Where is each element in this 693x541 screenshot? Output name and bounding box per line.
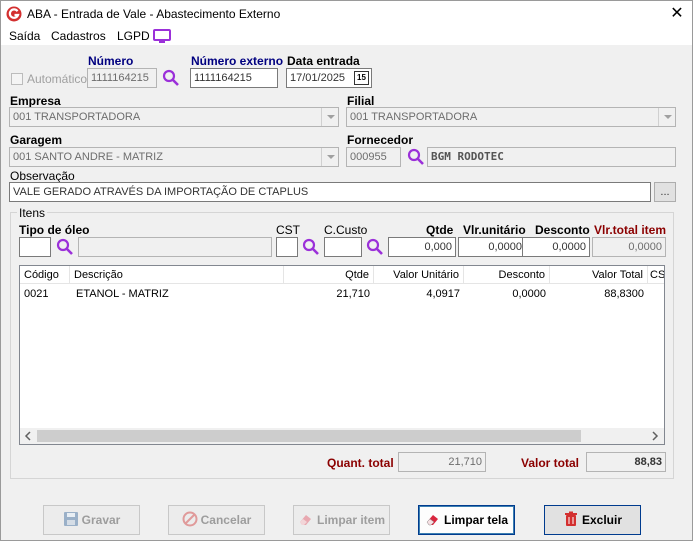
save-icon: [63, 512, 78, 526]
garagem-value: 001 SANTO ANDRE - MATRIZ: [13, 151, 163, 163]
chevron-down-icon[interactable]: [658, 108, 675, 126]
vlr-unitario-label: Vlr.unitário: [463, 223, 526, 237]
desconto-label: Desconto: [535, 223, 590, 237]
fornecedor-label: Fornecedor: [347, 133, 414, 147]
quant-total-field: 21,710: [398, 452, 486, 472]
eraser-icon: [299, 515, 311, 525]
numero-label: Número: [88, 54, 134, 68]
close-icon[interactable]: ✕: [666, 4, 688, 24]
observacao-label: Observação: [10, 169, 75, 183]
numero-field[interactable]: 1111164215: [87, 68, 157, 88]
valor-total-label: Valor total: [521, 456, 580, 470]
search-icon[interactable]: [366, 238, 384, 256]
calendar-icon[interactable]: 15: [354, 71, 369, 85]
cancelar-label: Cancelar: [200, 513, 252, 527]
empresa-value: 001 TRANSPORTADORA: [13, 111, 141, 123]
qtde-label: Qtde: [426, 223, 454, 237]
column-header-desconto[interactable]: Desconto: [464, 266, 550, 284]
observacao-button[interactable]: ...: [654, 182, 676, 202]
quant-total-label: Quant. total: [327, 456, 394, 470]
data-entrada-label: Data entrada: [287, 54, 360, 68]
eraser-icon: [426, 515, 438, 526]
fornecedor-code-field[interactable]: 000955: [346, 147, 401, 167]
scroll-left-icon[interactable]: [24, 431, 32, 441]
search-icon[interactable]: [302, 238, 320, 256]
numero-externo-field[interactable]: 1111164215: [190, 68, 278, 88]
numero-externo-label: Número externo: [191, 54, 284, 68]
column-header-codigo[interactable]: Código: [20, 266, 70, 284]
excluir-label: Excluir: [581, 513, 623, 527]
cell-valor-unitario: 4,0917: [426, 288, 460, 300]
scrollbar-thumb[interactable]: [37, 430, 581, 442]
chevron-down-icon[interactable]: [321, 148, 338, 166]
empresa-select[interactable]: 001 TRANSPORTADORA: [9, 107, 339, 127]
ccusto-field[interactable]: [324, 237, 362, 257]
column-header-descricao[interactable]: Descrição: [70, 266, 284, 284]
column-header-valor-total[interactable]: Valor Total: [550, 266, 648, 284]
tipo-oleo-code-field[interactable]: [19, 237, 51, 257]
garagem-select[interactable]: 001 SANTO ANDRE - MATRIZ: [9, 147, 339, 167]
filial-label: Filial: [347, 94, 375, 108]
desconto-field[interactable]: 0,0000: [522, 237, 590, 257]
cell-codigo: 0021: [24, 288, 49, 300]
vlr-unitario-field[interactable]: 0,0000: [458, 237, 526, 257]
column-header-valor-unitario[interactable]: Valor Unitário: [374, 266, 464, 284]
empresa-label: Empresa: [10, 94, 61, 108]
filial-value: 001 TRANSPORTADORA: [350, 111, 478, 123]
chevron-down-icon[interactable]: [321, 108, 338, 126]
automatico-label: Automático: [27, 72, 88, 86]
cell-desconto: 0,0000: [512, 288, 546, 300]
trash-icon: [564, 511, 577, 526]
search-icon[interactable]: [407, 148, 425, 166]
column-header-qtde[interactable]: Qtde: [284, 266, 374, 284]
column-header-cst[interactable]: CS: [648, 266, 664, 284]
window-title: ABA - Entrada de Vale - Abastecimento Ex…: [27, 7, 281, 21]
itens-group-label: Itens: [17, 206, 48, 220]
cell-descricao: ETANOL - MATRIZ: [76, 288, 169, 300]
grid-header: Código Descrição Qtde Valor Unitário Des…: [20, 266, 664, 284]
scroll-right-icon[interactable]: [651, 431, 659, 441]
monitor-icon[interactable]: [153, 29, 171, 44]
cancelar-button[interactable]: Cancelar: [168, 505, 265, 535]
menu-saida[interactable]: Saída: [9, 29, 40, 43]
excluir-button[interactable]: Excluir: [544, 505, 641, 535]
tipo-oleo-label: Tipo de óleo: [19, 223, 90, 237]
limpar-tela-button[interactable]: Limpar tela: [418, 505, 515, 535]
data-entrada-value: 17/01/2025: [290, 72, 346, 84]
gravar-label: Gravar: [81, 513, 121, 527]
ccusto-label: C.Custo: [324, 223, 368, 237]
cell-valor-total: 88,8300: [604, 288, 644, 300]
observacao-field[interactable]: VALE GERADO ATRAVÉS DA IMPORTAÇÃO DE CTA…: [9, 182, 651, 202]
qtde-field[interactable]: 0,000: [388, 237, 456, 257]
valor-total-field: 88,83: [586, 452, 666, 472]
cell-qtde: 21,710: [336, 288, 370, 300]
menu-cadastros[interactable]: Cadastros: [51, 29, 106, 43]
limpar-item-button[interactable]: Limpar item: [293, 505, 390, 535]
filial-select[interactable]: 001 TRANSPORTADORA: [346, 107, 676, 127]
gravar-button[interactable]: Gravar: [43, 505, 140, 535]
fornecedor-name-field: BGM RODOTEC: [427, 147, 676, 167]
tipo-oleo-desc-field: [78, 237, 272, 257]
garagem-label: Garagem: [10, 133, 63, 147]
cst-field[interactable]: [276, 237, 298, 257]
menu-lgpd[interactable]: LGPD: [117, 29, 150, 43]
vlr-total-field: 0,0000: [592, 237, 666, 257]
limpar-tela-label: Limpar tela: [443, 513, 509, 527]
horizontal-scrollbar[interactable]: [20, 428, 664, 444]
search-icon[interactable]: [56, 238, 74, 256]
limpar-item-label: Limpar item: [316, 513, 385, 527]
cancel-icon: [182, 511, 198, 527]
automatico-checkbox[interactable]: [11, 73, 23, 85]
items-grid[interactable]: Código Descrição Qtde Valor Unitário Des…: [19, 265, 665, 445]
app-logo-icon: [6, 6, 22, 22]
vlr-total-label: Vlr.total item: [594, 223, 667, 237]
main-window: ABA - Entrada de Vale - Abastecimento Ex…: [0, 0, 693, 541]
cst-label: CST: [276, 223, 300, 237]
search-icon[interactable]: [162, 69, 180, 87]
menu-bar: Saída Cadastros LGPD: [1, 27, 692, 45]
title-bar: ABA - Entrada de Vale - Abastecimento Ex…: [1, 1, 692, 27]
